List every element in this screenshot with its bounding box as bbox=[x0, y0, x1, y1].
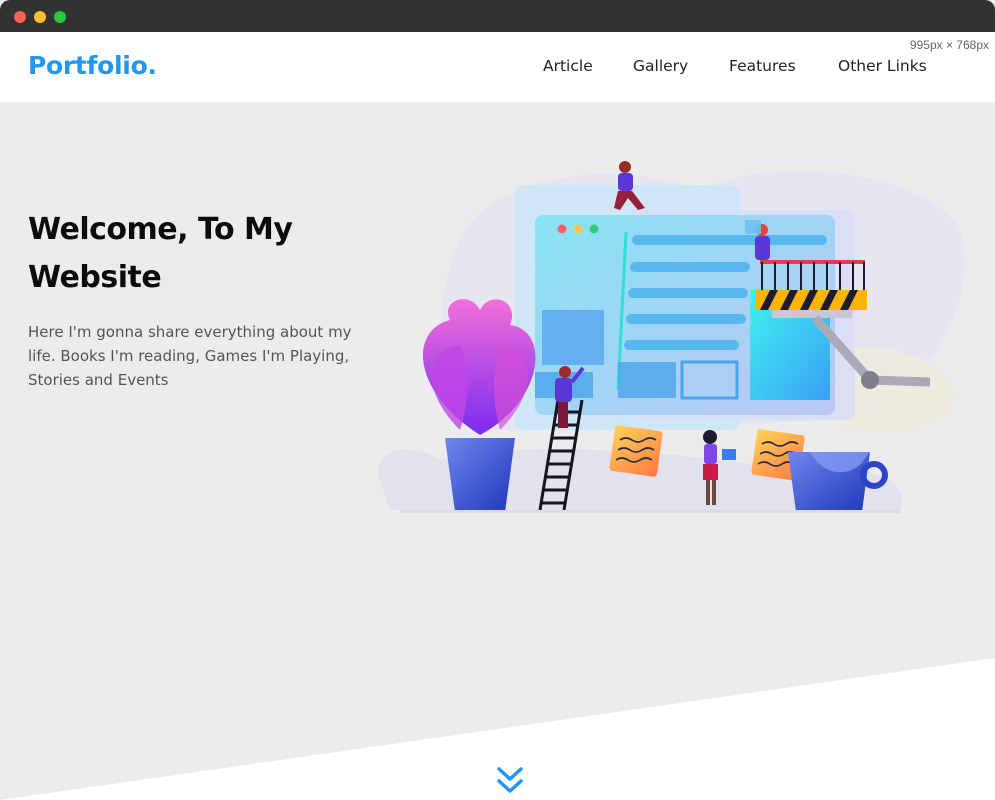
double-chevron-down-icon[interactable] bbox=[494, 765, 526, 797]
minimize-window-button[interactable] bbox=[34, 11, 46, 23]
window-titlebar bbox=[0, 0, 995, 32]
browser-window: Portfolio. 995px × 768px Article Gallery… bbox=[0, 0, 995, 800]
hero-description: Here I'm gonna share everything about my… bbox=[28, 323, 352, 389]
close-window-button[interactable] bbox=[14, 11, 26, 23]
maximize-window-button[interactable] bbox=[54, 11, 66, 23]
site-logo[interactable]: Portfolio. bbox=[28, 51, 157, 80]
viewport-size-badge: 995px × 768px bbox=[909, 38, 989, 52]
nav-link-other-links[interactable]: Other Links bbox=[838, 57, 927, 75]
hero-title: Welcome, To My Website bbox=[28, 212, 293, 295]
nav-link-features[interactable]: Features bbox=[729, 57, 796, 75]
nav-link-gallery[interactable]: Gallery bbox=[633, 57, 688, 75]
navbar: Portfolio. 995px × 768px Article Gallery… bbox=[0, 32, 995, 102]
nav-link-article[interactable]: Article bbox=[543, 57, 593, 75]
website-building-illustration bbox=[378, 161, 965, 513]
